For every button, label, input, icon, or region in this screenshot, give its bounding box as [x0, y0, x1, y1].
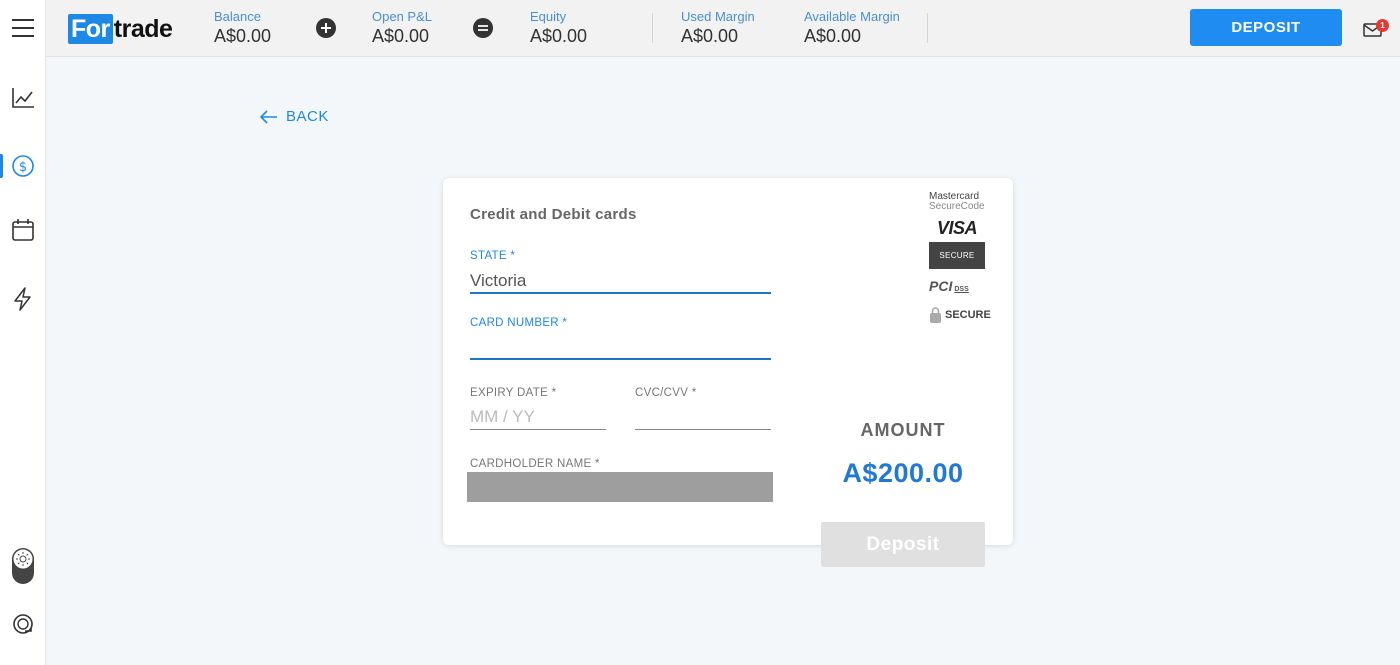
expiry-input[interactable] — [470, 406, 605, 428]
calendar-icon[interactable] — [0, 212, 46, 248]
cvc-input[interactable] — [635, 406, 770, 428]
payment-card: Credit and Debit cards STATE * CARD NUMB… — [443, 178, 1013, 567]
equity-value: A$0.00 — [530, 26, 588, 46]
state-label: STATE * — [470, 250, 516, 262]
card-number-label: CARD NUMBER * — [470, 317, 568, 329]
chart-icon[interactable] — [0, 80, 46, 116]
equity-stat: Equity A$0.00 — [530, 9, 587, 47]
visa-logo: VISA — [937, 218, 978, 238]
state-input[interactable] — [470, 269, 770, 293]
equity-label: Equity — [530, 9, 567, 24]
mastercard-securecode-subtitle: SecureCode — [929, 201, 985, 212]
cardholder-name-field[interactable] — [467, 472, 773, 502]
cvc-label: CVC/CVV * — [635, 387, 697, 399]
expiry-underline — [470, 429, 606, 430]
available-margin-value: A$0.00 — [804, 26, 862, 46]
balance-value: A$0.00 — [214, 26, 272, 46]
open-pnl-value: A$0.00 — [372, 26, 430, 46]
used-margin-label: Used Margin — [681, 9, 755, 24]
theme-toggle[interactable] — [0, 546, 46, 586]
balance-stat: Balance A$0.00 — [214, 9, 271, 47]
header-deposit-button[interactable]: DEPOSIT — [1190, 9, 1342, 46]
amount-value: A$200.00 — [842, 458, 964, 488]
deposit-button[interactable]: Deposit — [821, 522, 985, 567]
state-underline — [470, 292, 771, 294]
lightning-icon[interactable] — [0, 281, 46, 317]
amount-label: AMOUNT — [860, 420, 946, 440]
arrow-left-icon — [260, 109, 277, 124]
svg-text:$: $ — [19, 160, 27, 175]
dollar-icon[interactable]: $ — [0, 148, 46, 184]
equals-circle-icon[interactable] — [473, 18, 493, 38]
expiry-label: EXPIRY DATE * — [470, 387, 557, 399]
ssl-secure-badge: SECURE — [929, 306, 991, 324]
card-title: Credit and Debit cards — [470, 206, 637, 223]
available-margin-label: Available Margin — [804, 9, 900, 24]
visa-secure-badge: SECURE — [929, 242, 985, 269]
available-margin-stat: Available Margin A$0.00 — [804, 9, 900, 47]
card-number-input[interactable] — [470, 334, 770, 358]
used-margin-value: A$0.00 — [681, 26, 739, 46]
cvc-underline — [635, 429, 771, 430]
open-pnl-stat: Open P&L A$0.00 — [372, 9, 432, 47]
menu-icon[interactable] — [0, 10, 46, 46]
open-pnl-label: Open P&L — [372, 9, 432, 24]
pci-dss-logo: PCI DSS — [929, 278, 969, 294]
cardholder-label: CARDHOLDER NAME * — [470, 458, 600, 470]
left-sidebar: $ — [0, 0, 46, 665]
fortrade-logo[interactable]: For trade — [68, 13, 173, 45]
card-number-underline — [470, 358, 771, 360]
divider — [927, 13, 928, 43]
divider — [652, 13, 653, 43]
lock-icon — [930, 307, 941, 323]
balance-label: Balance — [214, 9, 261, 24]
used-margin-stat: Used Margin A$0.00 — [681, 9, 755, 47]
back-link[interactable]: BACK — [260, 108, 329, 125]
support-icon[interactable] — [0, 606, 46, 642]
plus-circle-icon[interactable] — [316, 18, 336, 38]
top-bar: For trade Balance A$0.00 Open P&L A$0.00 … — [46, 0, 1400, 57]
notification-badge: 1 — [1376, 19, 1389, 32]
